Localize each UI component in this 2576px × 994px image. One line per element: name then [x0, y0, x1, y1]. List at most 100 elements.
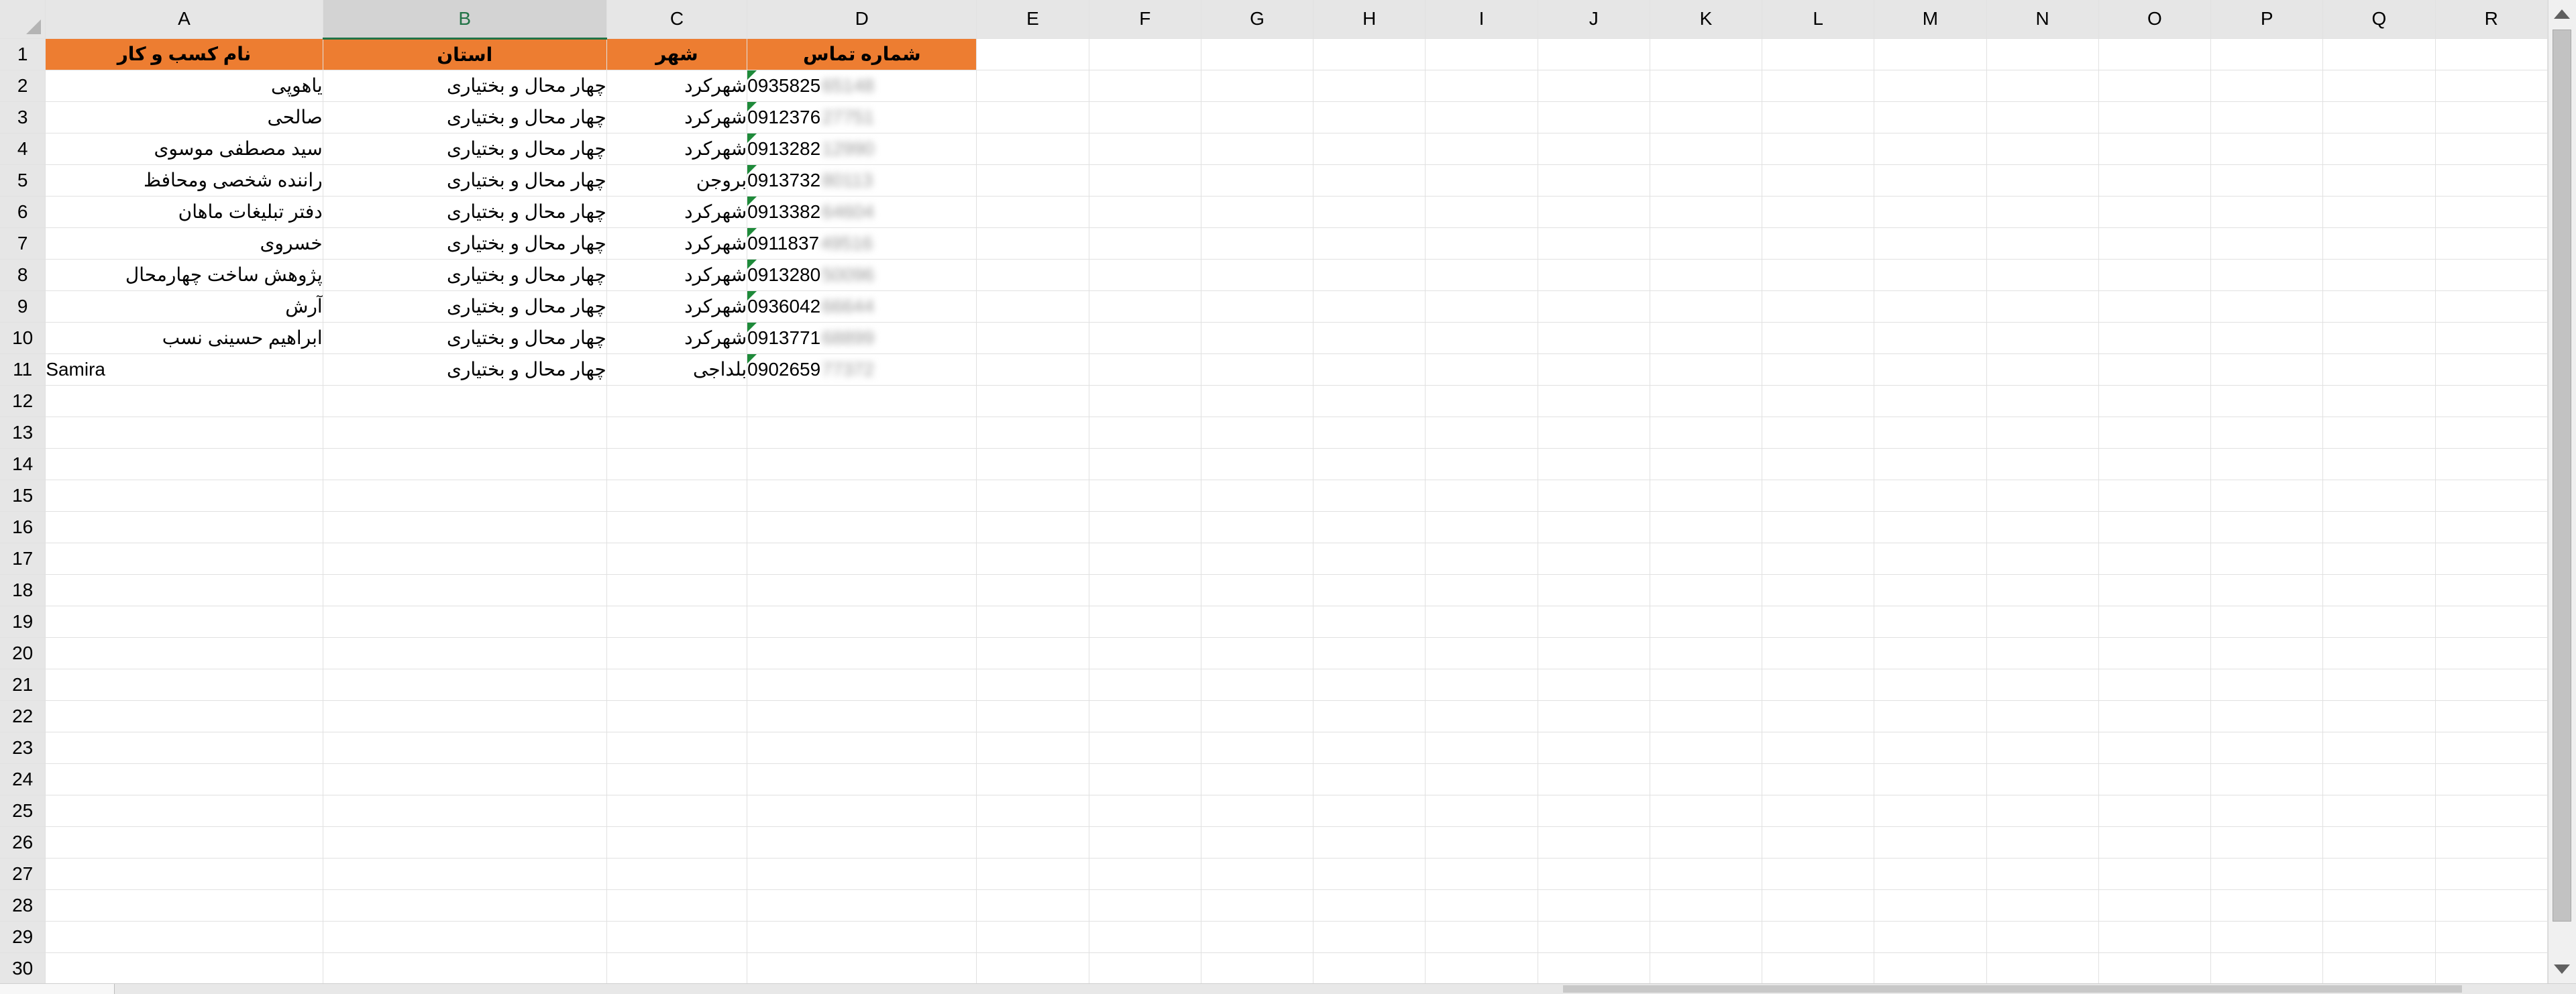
- empty-cell[interactable]: [2210, 480, 2324, 512]
- empty-cell[interactable]: [1986, 196, 2099, 228]
- row-header[interactable]: 14: [0, 448, 46, 480]
- empty-cell[interactable]: [747, 511, 977, 543]
- empty-cell[interactable]: [1313, 290, 1426, 323]
- empty-cell[interactable]: [2098, 637, 2212, 669]
- empty-cell[interactable]: [976, 858, 1089, 890]
- empty-cell[interactable]: [747, 952, 977, 983]
- empty-cell[interactable]: [976, 700, 1089, 732]
- empty-cell[interactable]: [2435, 858, 2548, 890]
- empty-cell[interactable]: [1201, 417, 1314, 449]
- empty-cell[interactable]: [323, 511, 607, 543]
- empty-cell[interactable]: [747, 889, 977, 922]
- empty-cell[interactable]: [323, 763, 607, 795]
- empty-cell[interactable]: [1201, 227, 1314, 260]
- phone-cell[interactable]: 091183749516: [747, 227, 977, 260]
- empty-cell[interactable]: [1313, 101, 1426, 133]
- empty-cell[interactable]: [323, 574, 607, 606]
- empty-cell[interactable]: [323, 732, 607, 764]
- empty-cell[interactable]: [1986, 763, 2099, 795]
- empty-cell[interactable]: [1650, 700, 1763, 732]
- empty-cell[interactable]: [1762, 637, 1875, 669]
- empty-cell[interactable]: [1089, 763, 1201, 795]
- empty-cell[interactable]: [2210, 38, 2324, 70]
- empty-cell[interactable]: [2322, 700, 2436, 732]
- row-header[interactable]: 16: [0, 511, 46, 543]
- city-cell[interactable]: شهرکرد: [606, 322, 748, 354]
- empty-cell[interactable]: [2098, 543, 2212, 575]
- empty-cell[interactable]: [1650, 606, 1763, 638]
- empty-cell[interactable]: [1986, 259, 2099, 291]
- empty-cell[interactable]: [1986, 353, 2099, 386]
- empty-cell[interactable]: [1089, 543, 1201, 575]
- empty-cell[interactable]: [45, 795, 323, 827]
- row-header[interactable]: 26: [0, 826, 46, 859]
- empty-cell[interactable]: [1313, 921, 1426, 953]
- empty-cell[interactable]: [606, 385, 748, 417]
- empty-cell[interactable]: [2322, 858, 2436, 890]
- empty-cell[interactable]: [2435, 164, 2548, 197]
- empty-cell[interactable]: [1425, 669, 1538, 701]
- province-cell[interactable]: چهار محال و بختیاری: [323, 259, 607, 291]
- empty-cell[interactable]: [323, 448, 607, 480]
- empty-cell[interactable]: [1538, 480, 1650, 512]
- empty-cell[interactable]: [976, 38, 1089, 70]
- empty-cell[interactable]: [1538, 133, 1650, 165]
- empty-cell[interactable]: [1762, 38, 1875, 70]
- empty-cell[interactable]: [2210, 259, 2324, 291]
- empty-cell[interactable]: [1201, 921, 1314, 953]
- column-header-a[interactable]: A: [45, 0, 323, 39]
- column-header-n[interactable]: N: [1986, 0, 2099, 39]
- row-header[interactable]: 7: [0, 227, 46, 260]
- empty-cell[interactable]: [1986, 227, 2099, 260]
- empty-cell[interactable]: [1089, 637, 1201, 669]
- empty-cell[interactable]: [2098, 196, 2212, 228]
- empty-cell[interactable]: [1425, 952, 1538, 983]
- empty-cell[interactable]: [2322, 606, 2436, 638]
- empty-cell[interactable]: [1762, 417, 1875, 449]
- empty-cell[interactable]: [2210, 889, 2324, 922]
- empty-cell[interactable]: [1313, 952, 1426, 983]
- empty-cell[interactable]: [1313, 385, 1426, 417]
- empty-cell[interactable]: [1425, 637, 1538, 669]
- empty-cell[interactable]: [1201, 353, 1314, 386]
- phone-cell[interactable]: 090265977372: [747, 353, 977, 386]
- empty-cell[interactable]: [2098, 353, 2212, 386]
- empty-cell[interactable]: [976, 133, 1089, 165]
- row-header[interactable]: 1: [0, 38, 46, 70]
- empty-cell[interactable]: [45, 385, 323, 417]
- empty-cell[interactable]: [2322, 480, 2436, 512]
- empty-cell[interactable]: [1089, 353, 1201, 386]
- empty-cell[interactable]: [1986, 385, 2099, 417]
- empty-cell[interactable]: [1762, 732, 1875, 764]
- empty-cell[interactable]: [1986, 795, 2099, 827]
- empty-cell[interactable]: [747, 637, 977, 669]
- empty-cell[interactable]: [976, 669, 1089, 701]
- empty-cell[interactable]: [2098, 763, 2212, 795]
- empty-cell[interactable]: [2322, 164, 2436, 197]
- empty-cell[interactable]: [1986, 921, 2099, 953]
- empty-cell[interactable]: [1874, 921, 1987, 953]
- empty-cell[interactable]: [1313, 511, 1426, 543]
- empty-cell[interactable]: [1538, 606, 1650, 638]
- empty-cell[interactable]: [45, 858, 323, 890]
- column-header-d[interactable]: D: [747, 0, 977, 39]
- empty-cell[interactable]: [747, 574, 977, 606]
- empty-cell[interactable]: [606, 511, 748, 543]
- empty-cell[interactable]: [2098, 700, 2212, 732]
- empty-cell[interactable]: [1762, 164, 1875, 197]
- row-header[interactable]: 15: [0, 480, 46, 512]
- empty-cell[interactable]: [1650, 101, 1763, 133]
- empty-cell[interactable]: [1650, 858, 1763, 890]
- empty-cell[interactable]: [1089, 795, 1201, 827]
- empty-cell[interactable]: [2322, 38, 2436, 70]
- empty-cell[interactable]: [1538, 290, 1650, 323]
- empty-cell[interactable]: [1762, 290, 1875, 323]
- city-cell[interactable]: شهرکرد: [606, 227, 748, 260]
- empty-cell[interactable]: [1986, 290, 2099, 323]
- empty-cell[interactable]: [1313, 70, 1426, 102]
- empty-cell[interactable]: [747, 826, 977, 859]
- empty-cell[interactable]: [1313, 732, 1426, 764]
- empty-cell[interactable]: [1874, 259, 1987, 291]
- empty-cell[interactable]: [2098, 952, 2212, 983]
- row-header[interactable]: 10: [0, 322, 46, 354]
